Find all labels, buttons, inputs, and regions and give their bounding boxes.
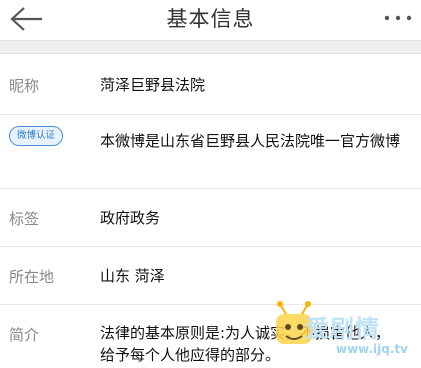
intro-label: 简介 xyxy=(9,326,40,344)
top-bar: 基本信息 xyxy=(0,0,421,40)
section-gap xyxy=(0,40,421,54)
nickname-label: 昵称 xyxy=(9,77,40,95)
page-title: 基本信息 xyxy=(166,7,255,31)
tags-row: 标签 政府政务 xyxy=(0,189,421,247)
verification-row xyxy=(0,115,421,189)
verify-description: 本微博是山东省巨野县人民法院唯一官方微博 xyxy=(100,132,401,150)
more-dots-icon[interactable] xyxy=(383,14,413,22)
nickname-row: 昵称 菏泽巨野县法院 xyxy=(0,55,421,115)
tags-value: 政府政务 xyxy=(100,209,161,227)
nickname-value: 菏泽巨野县法院 xyxy=(100,76,206,94)
watermark-url: www.ijq.tv xyxy=(336,342,408,356)
location-value: 山东 菏泽 xyxy=(100,267,165,285)
verify-badge: 微博认证 xyxy=(9,126,63,146)
location-label: 所在地 xyxy=(9,268,55,286)
watermark-text: 爱剧情 xyxy=(305,315,380,343)
tags-label: 标签 xyxy=(9,210,40,228)
